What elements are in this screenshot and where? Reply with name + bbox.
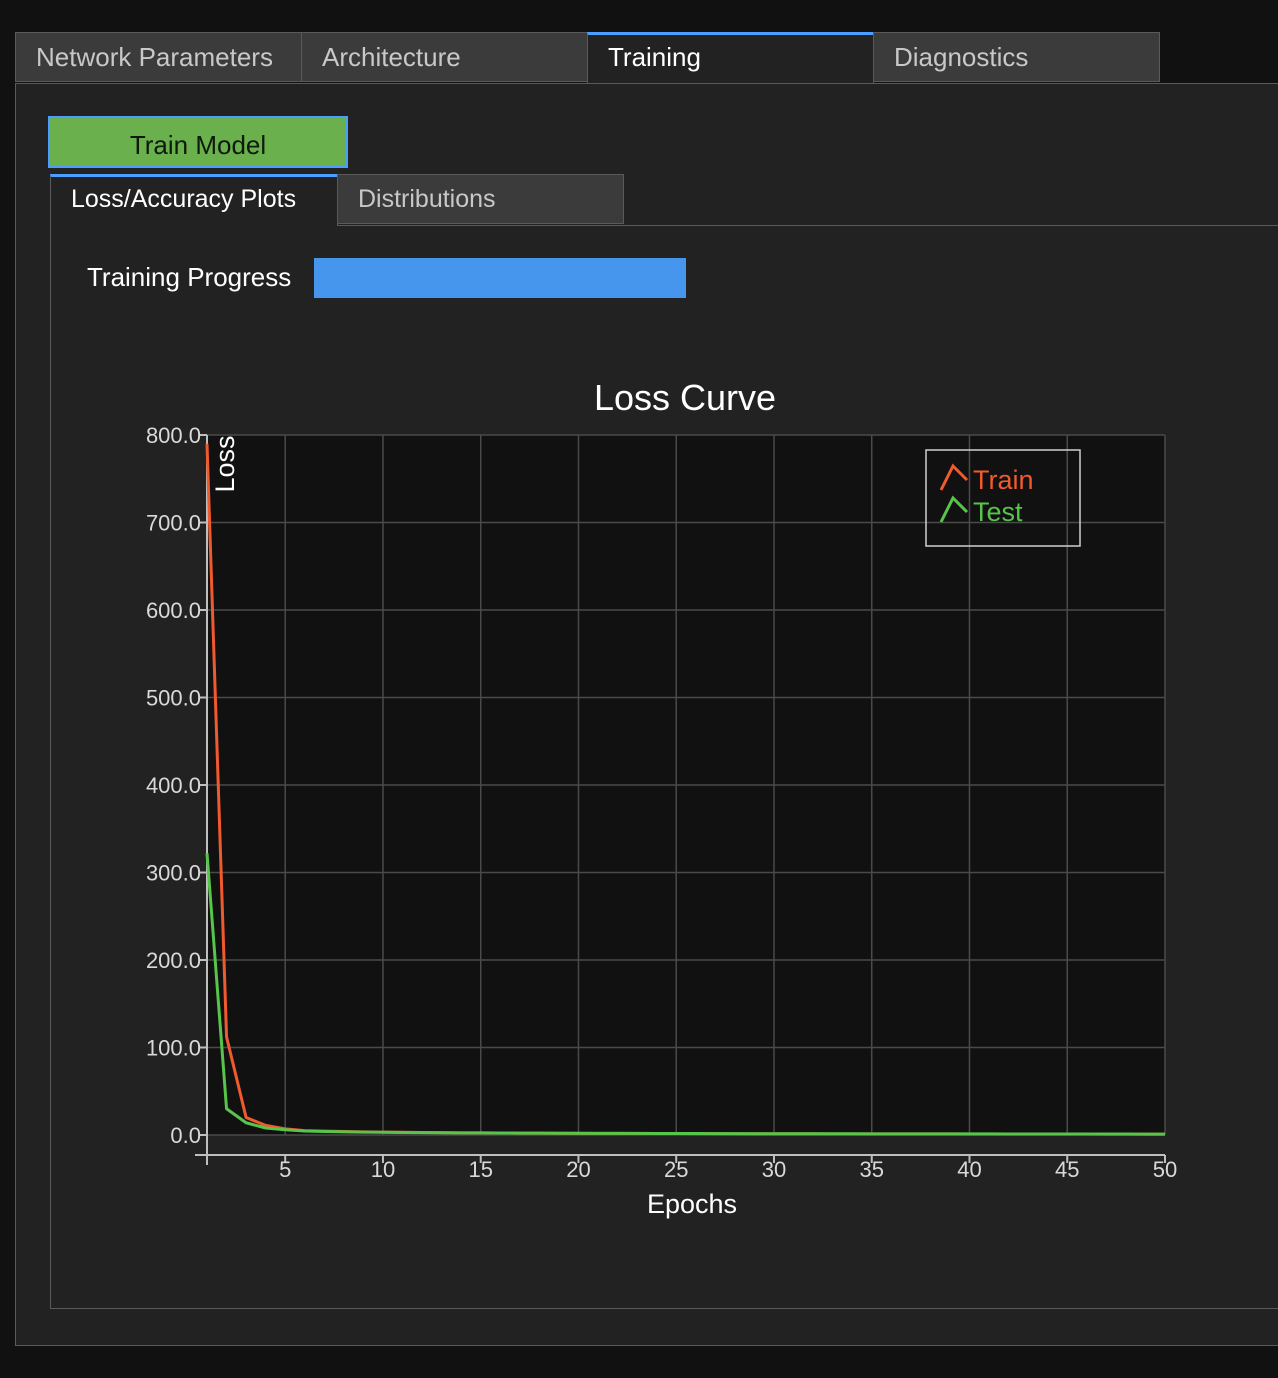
x-tick-label: 40 [957,1157,981,1182]
y-axis-label: Loss [210,435,240,492]
y-tick-label: 600.0 [146,598,201,623]
y-tick-label: 800.0 [146,423,201,448]
x-tick-label: 20 [566,1157,590,1182]
y-tick-label: 500.0 [146,686,201,711]
legend-label-train: Train [973,465,1034,495]
loss-curve-chart: 5 10 15 20 25 30 35 40 45 500.0100.0200.0300.0400… [146,423,1177,1219]
y-tick-label: 700.0 [146,511,201,536]
y-tick-label: 200.0 [146,948,201,973]
x-tick-label: 35 [859,1157,883,1182]
x-tick-label: 50 [1153,1157,1177,1182]
x-tick-label: 5 [279,1157,291,1182]
x-tick-label: 25 [664,1157,688,1182]
y-tick-label: 100.0 [146,1036,201,1061]
x-tick-label: 10 [371,1157,395,1182]
legend-label-test: Test [973,497,1023,527]
x-tick-label: 30 [762,1157,786,1182]
x-axis-label: Epochs [647,1189,737,1219]
x-tick-label: 45 [1055,1157,1079,1182]
y-tick-label: 400.0 [146,773,201,798]
y-tick-label: 0.0 [170,1123,201,1148]
x-tick-label: 15 [468,1157,492,1182]
y-tick-label: 300.0 [146,861,201,886]
